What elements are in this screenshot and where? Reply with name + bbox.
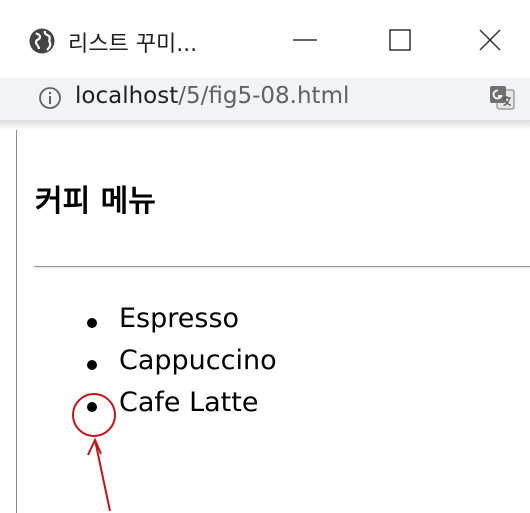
list-item-text: Cappuccino <box>119 345 277 376</box>
url-text[interactable]: localhost/5/fig5-08.html <box>75 83 349 109</box>
list-item-text: Cafe Latte <box>119 387 259 418</box>
maximize-icon[interactable] <box>380 22 420 58</box>
title-bar: 리스트 꾸미... <box>0 0 530 78</box>
browser-window: 리스트 꾸미... localhost/5/fig5-08.html 커피 메뉴… <box>0 0 530 513</box>
bullet-marker <box>87 402 97 412</box>
close-icon[interactable] <box>470 22 510 58</box>
bullet-marker <box>87 360 97 370</box>
url-path: /5/fig5-08.html <box>178 83 350 109</box>
list-item-text: Espresso <box>119 303 240 334</box>
minimize-icon[interactable] <box>285 22 325 58</box>
page-content: 커피 메뉴 Espresso Cappuccino Cafe Latte <box>17 130 530 513</box>
globe-icon <box>28 27 56 55</box>
translate-icon[interactable] <box>488 84 516 112</box>
horizontal-rule <box>34 266 530 268</box>
tab-title[interactable]: 리스트 꾸미... <box>68 26 197 58</box>
bullet-marker <box>87 318 97 328</box>
address-bar[interactable]: localhost/5/fig5-08.html <box>0 78 530 120</box>
toolbar-separator <box>0 120 530 130</box>
info-icon[interactable] <box>38 86 62 110</box>
url-host: localhost <box>75 83 179 109</box>
page-heading: 커피 메뉴 <box>35 184 156 219</box>
